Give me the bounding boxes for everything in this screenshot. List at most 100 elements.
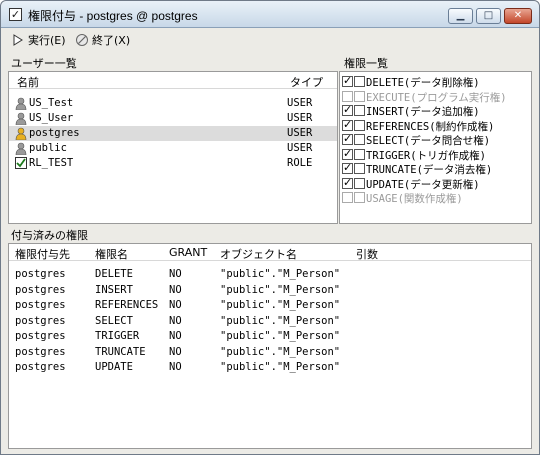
perm-label: UPDATE(データ更新権)	[366, 178, 480, 191]
granted-cell-grantee: postgres	[15, 314, 66, 327]
granted-cell-object: "public"."M_Person"	[220, 361, 341, 373]
granted-cell-privilege: DELETE	[95, 268, 133, 280]
perm-grant-option-checkbox[interactable]	[354, 148, 365, 160]
perm-checkbox[interactable]	[342, 147, 353, 160]
user-name: US_User	[29, 112, 74, 124]
perm-row[interactable]: DELETE(データ削除権)	[340, 74, 531, 89]
close-button[interactable]: ✕	[504, 8, 532, 24]
perm-checkbox[interactable]	[342, 103, 353, 116]
user-icon	[15, 142, 27, 155]
title-bar[interactable]: ✓ 権限付与 - postgres @ postgres ▁ □ ✕	[1, 1, 539, 28]
perm-checkbox[interactable]	[342, 176, 353, 189]
perm-label: DELETE(データ削除権)	[366, 77, 480, 89]
perm-grant-option-checkbox[interactable]	[354, 177, 365, 189]
perm-checkbox[interactable]	[342, 161, 353, 174]
play-icon	[13, 34, 23, 46]
perm-row[interactable]: REFERENCES(制約作成権)	[340, 118, 531, 133]
perm-label: REFERENCES(制約作成権)	[366, 120, 495, 133]
granted-cell-grantee: postgres	[15, 330, 66, 342]
window-title: 権限付与 - postgres @ postgres	[28, 9, 198, 23]
perm-label: USAGE(関数作成権)	[366, 193, 463, 205]
perm-checkbox[interactable]	[342, 192, 353, 203]
granted-cell-privilege: TRUNCATE	[95, 345, 146, 358]
granted-row[interactable]: postgres INSERT NO "public"."M_Person"	[9, 283, 531, 298]
execute-button[interactable]: 実行(E)	[11, 31, 66, 49]
role-check-icon	[15, 157, 27, 169]
perm-checkbox[interactable]	[342, 74, 353, 87]
perms-section-label: 権限一覧	[344, 57, 388, 70]
perm-row[interactable]: INSERT(データ追加権)	[340, 103, 531, 118]
perm-checkbox[interactable]	[342, 90, 353, 102]
perm-row[interactable]: USAGE(関数作成権)	[340, 191, 531, 205]
granted-cell-privilege: TRIGGER	[95, 330, 140, 342]
perm-checkbox[interactable]	[342, 118, 353, 131]
granted-section-label: 付与済みの権限	[11, 229, 88, 242]
toolbar: 実行(E) 終了(X)	[7, 30, 527, 50]
users-section-label: ユーザー一覧	[11, 57, 77, 70]
column-type[interactable]: タイプ	[290, 74, 323, 90]
column-grant[interactable]: GRANT	[169, 246, 207, 259]
user-type: USER	[287, 127, 313, 139]
execute-label: 実行(E)	[28, 34, 66, 47]
perm-grant-option-checkbox[interactable]	[354, 134, 365, 145]
granted-cell-grantee: postgres	[15, 299, 66, 311]
column-grantee[interactable]: 権限付与先	[15, 246, 70, 262]
granted-row[interactable]: postgres TRIGGER NO "public"."M_Person"	[9, 329, 531, 344]
user-row[interactable]: US_User USER	[9, 111, 337, 126]
granted-cell-grant: NO	[169, 330, 182, 342]
user-name: US_Test	[29, 97, 74, 109]
granted-cell-grantee: postgres	[15, 268, 66, 280]
granted-cell-grantee: postgres	[15, 361, 66, 373]
perm-label: EXECUTE(プログラム実行権)	[366, 91, 507, 104]
minimize-button[interactable]: ▁	[448, 8, 473, 24]
privilege-grant-window: ✓ 権限付与 - postgres @ postgres ▁ □ ✕ 実行(E)…	[0, 0, 540, 455]
granted-row[interactable]: postgres DELETE NO "public"."M_Person"	[9, 267, 531, 282]
perm-row[interactable]: SELECT(データ問合せ権)	[340, 132, 531, 147]
perm-label: INSERT(データ追加権)	[366, 106, 480, 118]
perm-grant-option-checkbox[interactable]	[354, 105, 365, 116]
column-object[interactable]: オブジェクト名	[220, 246, 297, 262]
exit-button[interactable]: 終了(X)	[75, 31, 130, 49]
users-list-header: 名前 タイプ	[9, 72, 337, 89]
user-icon	[15, 112, 27, 125]
granted-cell-grant: NO	[169, 314, 182, 327]
perm-row[interactable]: EXECUTE(プログラム実行権)	[340, 90, 531, 104]
perm-row[interactable]: TRIGGER(トリガ作成権)	[340, 147, 531, 162]
user-row[interactable]: US_Test USER	[9, 96, 337, 111]
user-name: RL_TEST	[29, 157, 74, 169]
user-row[interactable]: RL_TEST ROLE	[9, 156, 337, 171]
column-privilege[interactable]: 権限名	[95, 246, 128, 262]
perm-grant-option-checkbox[interactable]	[354, 119, 365, 131]
perm-grant-option-checkbox[interactable]	[354, 90, 365, 102]
granted-cell-object: "public"."M_Person"	[220, 299, 341, 311]
user-type: USER	[287, 97, 313, 109]
maximize-button[interactable]: □	[476, 8, 501, 24]
perm-checkbox[interactable]	[342, 132, 353, 145]
user-row[interactable]: postgres USER	[9, 126, 337, 141]
user-name: public	[29, 142, 67, 154]
granted-cell-object: "public"."M_Person"	[220, 283, 341, 296]
granted-row[interactable]: postgres SELECT NO "public"."M_Person"	[9, 314, 531, 329]
users-list: 名前 タイプ US_Test USER US_User USER postgres USE…	[8, 71, 338, 224]
granted-cell-grant: NO	[169, 283, 182, 296]
perm-grant-option-checkbox[interactable]	[354, 163, 365, 174]
perm-grant-option-checkbox[interactable]	[354, 192, 365, 203]
granted-row[interactable]: postgres UPDATE NO "public"."M_Person"	[9, 360, 531, 375]
granted-cell-object: "public"."M_Person"	[220, 268, 341, 280]
granted-row[interactable]: postgres REFERENCES NO "public"."M_Person"	[9, 298, 531, 313]
column-name[interactable]: 名前	[17, 74, 39, 90]
perm-grant-option-checkbox[interactable]	[354, 76, 365, 87]
user-type: USER	[287, 112, 313, 124]
user-row[interactable]: public USER	[9, 141, 337, 156]
granted-cell-grant: NO	[169, 345, 182, 358]
perm-label: TRUNCATE(データ消去権)	[366, 164, 493, 176]
perms-list: DELETE(データ削除権) EXECUTE(プログラム実行権) INSERT(デー…	[339, 71, 532, 224]
exit-label: 終了(X)	[92, 34, 131, 47]
user-type: ROLE	[287, 157, 313, 169]
user-name: postgres	[29, 127, 80, 139]
perm-row[interactable]: UPDATE(データ更新権)	[340, 176, 531, 191]
granted-row[interactable]: postgres TRUNCATE NO "public"."M_Person"	[9, 345, 531, 360]
column-args[interactable]: 引数	[356, 246, 378, 262]
perm-row[interactable]: TRUNCATE(データ消去権)	[340, 161, 531, 176]
granted-cell-grant: NO	[169, 299, 182, 311]
